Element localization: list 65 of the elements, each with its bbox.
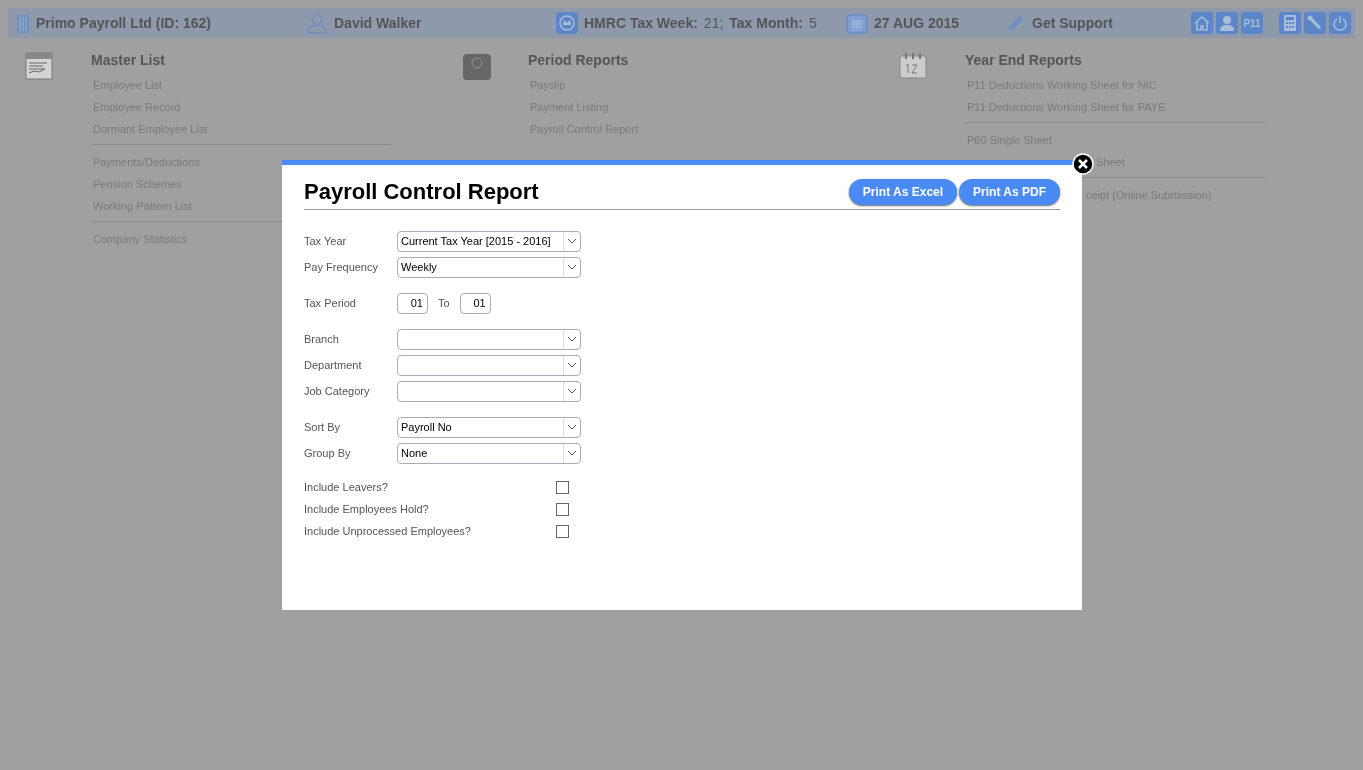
field-label: Pay Frequency <box>304 261 379 273</box>
building-icon <box>16 13 30 33</box>
user-name: David Walker <box>334 15 422 31</box>
print-button[interactable]: Print As Excel <box>848 179 958 205</box>
dropdown[interactable] <box>397 380 581 402</box>
close-icon[interactable] <box>1072 153 1094 175</box>
chevron-down-icon <box>568 388 576 394</box>
pencil-icon <box>1006 13 1026 33</box>
dropdown[interactable]: None <box>397 442 581 464</box>
calendar-icon <box>846 12 868 34</box>
field-label: Group By <box>304 447 352 459</box>
section-title: Period Reports <box>528 52 630 68</box>
profile-button[interactable] <box>1216 12 1238 34</box>
drive-icon <box>462 52 492 82</box>
checkbox-label: Include Employees Hold? <box>304 503 430 515</box>
support-link[interactable]: Get Support <box>1032 15 1113 31</box>
tax-month-label: Tax Month: <box>729 15 803 31</box>
crown-icon <box>556 12 578 34</box>
checkbox-label: Include Unprocessed Employees? <box>304 525 472 537</box>
section-title: Master List <box>91 52 166 68</box>
p11-button[interactable]: P11 <box>1241 12 1263 34</box>
input-field[interactable]: 01 <box>459 292 491 314</box>
dropdown[interactable] <box>397 354 581 376</box>
tax-week: 21; <box>703 15 724 31</box>
wrench-icon <box>1307 15 1323 31</box>
chevron-down-icon <box>568 264 576 270</box>
chevron-down-icon <box>568 336 576 342</box>
date: 27 AUG 2015 <box>874 15 960 31</box>
calculator-button[interactable] <box>1279 12 1301 34</box>
section-title: Year End Reports <box>965 52 1083 68</box>
input-field[interactable]: 01 <box>397 292 428 314</box>
settings-button[interactable] <box>1304 12 1326 34</box>
print-button[interactable]: Print As PDF <box>959 179 1060 205</box>
checkbox[interactable] <box>556 480 569 494</box>
ledger-icon <box>25 52 53 80</box>
company-name: Primo Payroll Ltd (ID: 162) <box>36 15 212 31</box>
field-label: To <box>438 297 450 309</box>
checkbox-label: Include Leavers? <box>304 481 389 493</box>
home-button[interactable] <box>1191 12 1213 34</box>
chevron-down-icon <box>568 362 576 368</box>
power-icon <box>1332 15 1348 31</box>
chevron-down-icon <box>568 238 576 244</box>
field-label: Tax Period <box>304 297 357 309</box>
checkbox[interactable] <box>556 524 569 538</box>
chevron-down-icon <box>568 450 576 456</box>
tax-month: 5 <box>808 15 817 31</box>
dropdown[interactable]: Current Tax Year [2015 - 2016] <box>397 230 581 252</box>
dialog-title: Payroll Control Report <box>304 179 540 205</box>
field-label: Department <box>304 359 363 371</box>
calendar-icon <box>899 52 927 80</box>
chevron-down-icon <box>568 424 576 430</box>
user-icon <box>1219 15 1235 31</box>
checkbox[interactable] <box>556 502 569 516</box>
dropdown[interactable]: Payroll No <box>397 416 581 438</box>
power-button[interactable] <box>1329 12 1351 34</box>
home-icon <box>1194 15 1210 31</box>
field-label: Tax Year <box>304 235 348 247</box>
field-label: Sort By <box>304 421 342 433</box>
field-label: Job Category <box>304 385 371 397</box>
user-icon <box>306 12 328 34</box>
dropdown[interactable] <box>397 328 581 350</box>
tax-week-label: HMRC Tax Week: <box>584 15 698 31</box>
calculator-icon <box>1284 15 1296 31</box>
field-label: Branch <box>304 333 340 345</box>
dropdown[interactable]: Weekly <box>397 256 581 278</box>
